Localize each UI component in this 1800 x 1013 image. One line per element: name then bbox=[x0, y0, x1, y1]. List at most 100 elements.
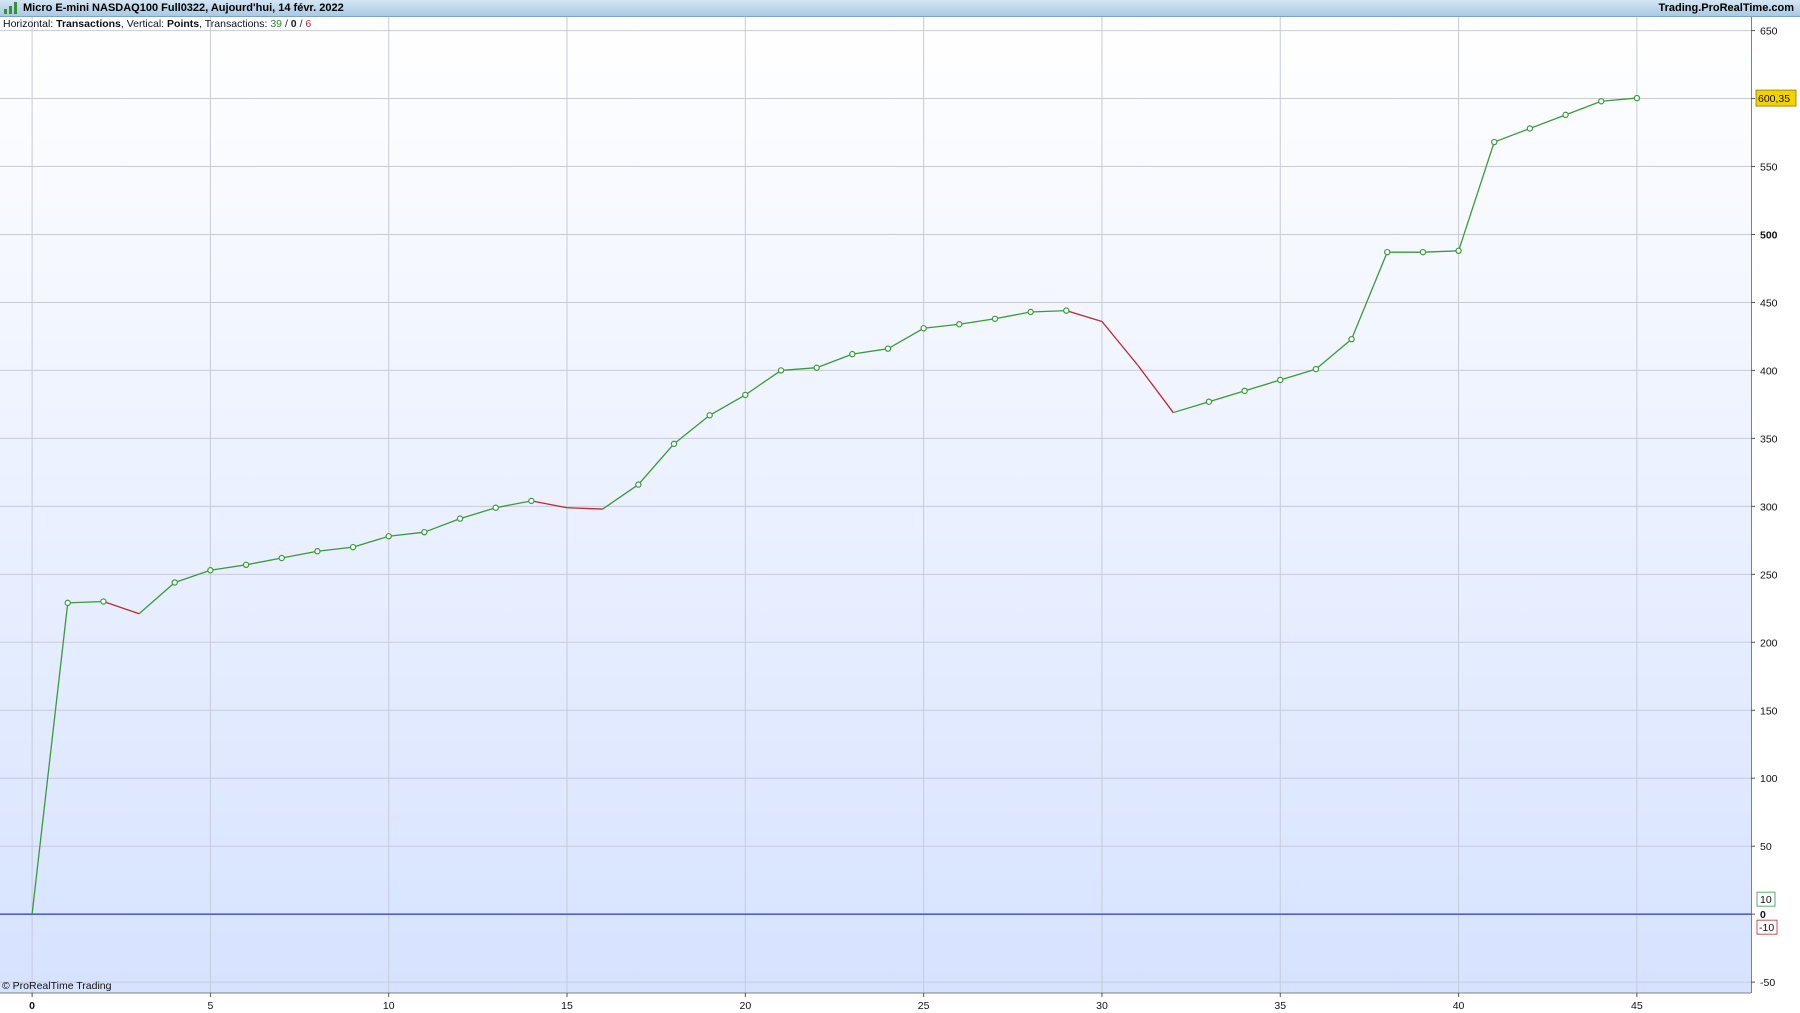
point-43 bbox=[1562, 111, 1569, 119]
sep-2: / bbox=[299, 18, 303, 30]
x-tick-label-40: 40 bbox=[1453, 1000, 1465, 1012]
segment-28 bbox=[1030, 309, 1067, 313]
sep-1: / bbox=[284, 18, 288, 30]
point-19 bbox=[706, 412, 713, 419]
point-18 bbox=[670, 440, 678, 448]
point-28 bbox=[1027, 308, 1034, 316]
point-42 bbox=[1526, 125, 1534, 132]
losses-count: 6 bbox=[305, 18, 312, 30]
segment-24 bbox=[887, 327, 924, 350]
segment-2 bbox=[103, 600, 140, 615]
segment-25 bbox=[923, 323, 960, 329]
segment-11 bbox=[424, 517, 461, 533]
point-39 bbox=[1419, 248, 1427, 256]
point-24 bbox=[884, 345, 892, 352]
y-tick-label-550: 550 bbox=[1760, 162, 1778, 174]
segment-34 bbox=[1244, 379, 1281, 392]
point-21 bbox=[777, 367, 785, 374]
segment-18 bbox=[673, 414, 711, 445]
segment-7 bbox=[281, 550, 318, 559]
segment-23 bbox=[852, 348, 889, 355]
segment-4 bbox=[174, 569, 211, 584]
point-7 bbox=[278, 554, 285, 562]
segment-9 bbox=[352, 535, 389, 548]
point-6 bbox=[242, 561, 250, 569]
y-tick-label--50: -50 bbox=[1760, 977, 1775, 989]
horizontal-value: Transactions bbox=[56, 18, 121, 30]
segment-5 bbox=[210, 564, 247, 571]
segment-16 bbox=[602, 484, 639, 510]
zero-badge-above: 10 bbox=[1760, 894, 1772, 906]
y-tick-label-450: 450 bbox=[1760, 297, 1778, 309]
x-tick-label-10: 10 bbox=[383, 1000, 395, 1012]
point-38 bbox=[1384, 248, 1391, 256]
point-34 bbox=[1241, 387, 1248, 395]
point-20 bbox=[742, 391, 749, 399]
x-tick-label-20: 20 bbox=[739, 1000, 751, 1012]
y-tick-label-0: 0 bbox=[1760, 909, 1766, 921]
point-11 bbox=[421, 528, 428, 536]
point-23 bbox=[849, 350, 856, 358]
segment-26 bbox=[959, 318, 996, 325]
y-tick-label-150: 150 bbox=[1760, 705, 1778, 717]
segment-3 bbox=[138, 581, 176, 615]
segment-41 bbox=[1494, 127, 1531, 143]
copyright: © ProRealTime Trading bbox=[2, 980, 112, 992]
x-tick-label-35: 35 bbox=[1274, 1000, 1286, 1012]
segment-37 bbox=[1350, 251, 1388, 340]
segment-27 bbox=[994, 311, 1031, 320]
point-10 bbox=[385, 533, 392, 540]
segment-15 bbox=[566, 507, 603, 510]
segment-33 bbox=[1208, 390, 1245, 403]
vertical-value: Points bbox=[167, 18, 200, 30]
point-40 bbox=[1455, 247, 1462, 255]
point-17 bbox=[635, 481, 642, 488]
point-33 bbox=[1205, 398, 1213, 405]
segment-30 bbox=[1101, 321, 1139, 366]
point-41 bbox=[1491, 138, 1498, 146]
segment-0 bbox=[31, 602, 69, 915]
point-13 bbox=[492, 504, 499, 511]
point-44 bbox=[1598, 98, 1605, 105]
equity-curve-chart: -500501001502002503003504004505005506006… bbox=[0, 17, 1797, 1012]
point-14 bbox=[528, 497, 535, 505]
x-axis: 0 5 10 15 20 25 30 35 40 45 bbox=[0, 992, 1751, 1012]
segment-36 bbox=[1315, 338, 1353, 370]
y-tick-label-500: 500 bbox=[1760, 229, 1778, 241]
series-point-layer bbox=[64, 94, 1641, 607]
point-45 bbox=[1633, 94, 1641, 102]
y-tick-label-400: 400 bbox=[1760, 365, 1778, 377]
point-25 bbox=[920, 325, 927, 332]
zero-badge-below: -10 bbox=[1759, 922, 1774, 934]
y-tick-label-350: 350 bbox=[1760, 433, 1778, 445]
point-8 bbox=[314, 548, 321, 555]
neutral-count: 0 bbox=[290, 18, 297, 30]
x-tick-label-45: 45 bbox=[1631, 1000, 1643, 1012]
grid-layer bbox=[0, 17, 1751, 993]
segment-6 bbox=[245, 557, 282, 566]
y-tick-label-50: 50 bbox=[1760, 841, 1772, 853]
y-tick-label-200: 200 bbox=[1760, 637, 1778, 649]
point-4 bbox=[171, 579, 178, 586]
x-tick-label-5: 5 bbox=[207, 1000, 213, 1012]
segment-17 bbox=[637, 443, 675, 486]
vertical-label: Vertical: bbox=[126, 18, 165, 30]
point-36 bbox=[1312, 365, 1320, 373]
y-axis: -500501001502002503003504004505005506006… bbox=[1751, 26, 1797, 989]
wins-count: 39 bbox=[270, 18, 283, 30]
segment-29 bbox=[1066, 309, 1103, 323]
segment-12 bbox=[459, 507, 496, 520]
x-tick-label-0: 0 bbox=[29, 1000, 35, 1012]
point-37 bbox=[1348, 335, 1355, 343]
segment-19 bbox=[709, 394, 746, 416]
segment-31 bbox=[1137, 364, 1174, 413]
y-tick-label-250: 250 bbox=[1760, 569, 1778, 581]
point-27 bbox=[991, 315, 999, 322]
last-value-label: 600,35 bbox=[1758, 93, 1790, 105]
segment-8 bbox=[317, 546, 354, 552]
y-tick-label-100: 100 bbox=[1760, 773, 1778, 785]
segment-43 bbox=[1565, 100, 1602, 116]
segment-22 bbox=[816, 353, 853, 369]
segment-10 bbox=[388, 531, 425, 537]
point-12 bbox=[456, 515, 464, 522]
